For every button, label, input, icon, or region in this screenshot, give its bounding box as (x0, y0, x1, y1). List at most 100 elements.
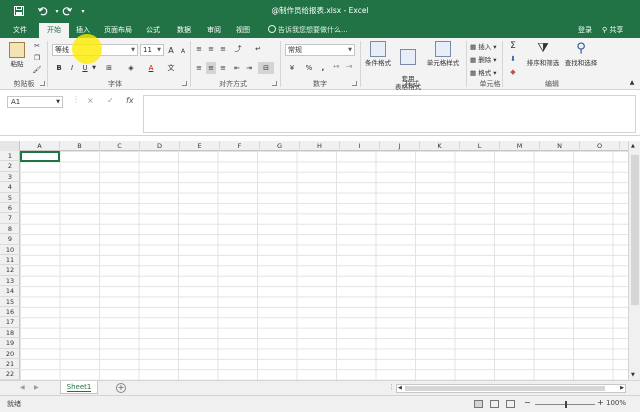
column-header[interactable]: M (500, 141, 540, 151)
tab-file[interactable]: 文件 (6, 23, 34, 38)
row-header[interactable]: 17 (0, 317, 20, 328)
column-header[interactable]: O (580, 141, 620, 151)
italic-button[interactable]: I (67, 62, 77, 74)
splitter-icon[interactable]: ⋮ (388, 383, 395, 391)
row-header[interactable]: 12 (0, 265, 20, 276)
row-header[interactable]: 7 (0, 213, 20, 224)
column-header[interactable]: C (100, 141, 140, 151)
chevron-down-icon[interactable]: ▼ (91, 62, 97, 74)
scroll-up-icon[interactable]: ▲ (631, 143, 635, 149)
cut-icon[interactable]: ✂ (32, 41, 42, 51)
zoom-slider-thumb[interactable] (565, 401, 567, 408)
row-header[interactable]: 21 (0, 359, 20, 370)
delete-cells-button[interactable]: ▦ 删除 ▾ (470, 54, 497, 64)
clipboard-launcher-icon[interactable] (40, 81, 45, 86)
tab-view[interactable]: 视图 (231, 23, 255, 38)
normal-view-icon[interactable] (474, 400, 483, 408)
currency-icon[interactable]: ¥ (286, 62, 298, 74)
row-header[interactable]: 9 (0, 234, 20, 245)
align-left-icon[interactable]: ≡ (194, 62, 204, 74)
comma-button[interactable]: , (318, 62, 328, 74)
column-header[interactable]: D (140, 141, 180, 151)
row-header[interactable]: 6 (0, 203, 20, 214)
tab-home[interactable]: 开始 (39, 23, 69, 38)
row-header[interactable]: 18 (0, 328, 20, 339)
scroll-right-icon[interactable]: ▶ (620, 385, 624, 391)
confirm-entry-button[interactable]: ✓ (107, 96, 114, 105)
percent-button[interactable]: % (304, 62, 314, 74)
share-button[interactable]: ⚲ 共享 (602, 25, 623, 35)
grow-font-button[interactable]: A (166, 44, 176, 56)
row-header[interactable]: 5 (0, 193, 20, 203)
conditional-formatting-button[interactable]: 条件格式 (362, 41, 394, 67)
scroll-down-icon[interactable]: ▼ (631, 372, 635, 378)
orientation-icon[interactable]: ⤴ (232, 44, 244, 54)
row-header[interactable]: 2 (0, 161, 20, 172)
tab-data[interactable]: 数据 (172, 23, 196, 38)
clear-icon[interactable]: ◆ (507, 67, 519, 77)
font-color-icon[interactable]: A (146, 62, 156, 74)
border-icon[interactable]: ⊞ (104, 62, 114, 74)
sort-filter-button[interactable]: ⧩ 排序和筛选 (524, 41, 562, 67)
align-middle-icon[interactable]: ≡ (206, 44, 216, 54)
row-header[interactable]: 3 (0, 172, 20, 183)
column-header[interactable]: K (420, 141, 460, 151)
wrap-text-icon[interactable]: ↵ (252, 44, 264, 54)
prev-sheet-icon[interactable]: ◀ (20, 384, 25, 391)
tab-formulas[interactable]: 公式 (141, 23, 165, 38)
tab-page-layout[interactable]: 页面布局 (101, 23, 135, 38)
cancel-entry-button[interactable]: × (87, 96, 94, 105)
row-header[interactable]: 16 (0, 307, 20, 318)
active-cell[interactable] (20, 151, 60, 162)
formula-input[interactable] (143, 95, 636, 133)
shrink-font-button[interactable]: A (178, 45, 188, 57)
column-header[interactable]: G (260, 141, 300, 151)
align-top-icon[interactable]: ≡ (194, 44, 204, 54)
zoom-out-icon[interactable]: − (524, 398, 531, 407)
increase-decimal-icon[interactable]: ⁺⁰ (330, 62, 342, 74)
column-header[interactable]: E (180, 141, 220, 151)
name-box[interactable]: A1 ▼ (7, 96, 63, 108)
number-launcher-icon[interactable] (352, 81, 357, 86)
number-format-select[interactable]: 常规 ▼ (285, 44, 355, 56)
horizontal-scrollbar[interactable]: ◀ ▶ (396, 384, 626, 393)
row-header[interactable]: 14 (0, 286, 20, 297)
column-header[interactable]: F (220, 141, 260, 151)
font-size-select[interactable]: 11 ▼ (140, 44, 164, 56)
fill-icon[interactable]: ⬇ (507, 54, 519, 64)
page-layout-view-icon[interactable] (490, 400, 499, 408)
row-header[interactable]: 20 (0, 349, 20, 359)
vertical-scroll-thumb[interactable] (631, 155, 639, 305)
row-header[interactable]: 1 (0, 151, 20, 162)
row-header[interactable]: 11 (0, 255, 20, 266)
row-header[interactable]: 13 (0, 276, 20, 287)
format-cells-button[interactable]: ▦ 格式 ▾ (470, 67, 497, 77)
column-header[interactable]: J (380, 141, 420, 151)
row-header[interactable]: 4 (0, 182, 20, 193)
cell-styles-button[interactable]: 单元格样式 (424, 41, 462, 67)
column-header[interactable]: N (540, 141, 580, 151)
page-break-view-icon[interactable] (506, 400, 515, 408)
row-header[interactable]: 15 (0, 297, 20, 307)
column-header[interactable]: L (460, 141, 500, 151)
next-sheet-icon[interactable]: ▶ (34, 384, 39, 391)
horizontal-scroll-thumb[interactable] (405, 386, 605, 391)
phonetic-icon[interactable]: 文 (166, 62, 176, 74)
autosum-icon[interactable]: Σ (507, 41, 519, 51)
zoom-in-icon[interactable]: + (597, 398, 604, 407)
zoom-level[interactable]: 100% (606, 399, 626, 407)
scroll-left-icon[interactable]: ◀ (398, 385, 402, 391)
paste-button[interactable]: 粘贴 (6, 42, 28, 68)
row-header[interactable]: 8 (0, 224, 20, 235)
row-header[interactable]: 22 (0, 369, 20, 380)
alignment-launcher-icon[interactable] (272, 81, 277, 86)
row-header[interactable]: 19 (0, 338, 20, 349)
column-header[interactable]: A (20, 141, 60, 151)
add-sheet-icon[interactable]: + (116, 383, 126, 393)
decrease-indent-icon[interactable]: ⇤ (232, 62, 242, 74)
align-center-icon[interactable]: ≡ (206, 62, 216, 74)
font-launcher-icon[interactable] (182, 81, 187, 86)
select-all-button[interactable] (0, 141, 20, 151)
find-select-button[interactable]: ⚲ 查找和选择 (562, 41, 600, 67)
tab-review[interactable]: 审阅 (202, 23, 226, 38)
